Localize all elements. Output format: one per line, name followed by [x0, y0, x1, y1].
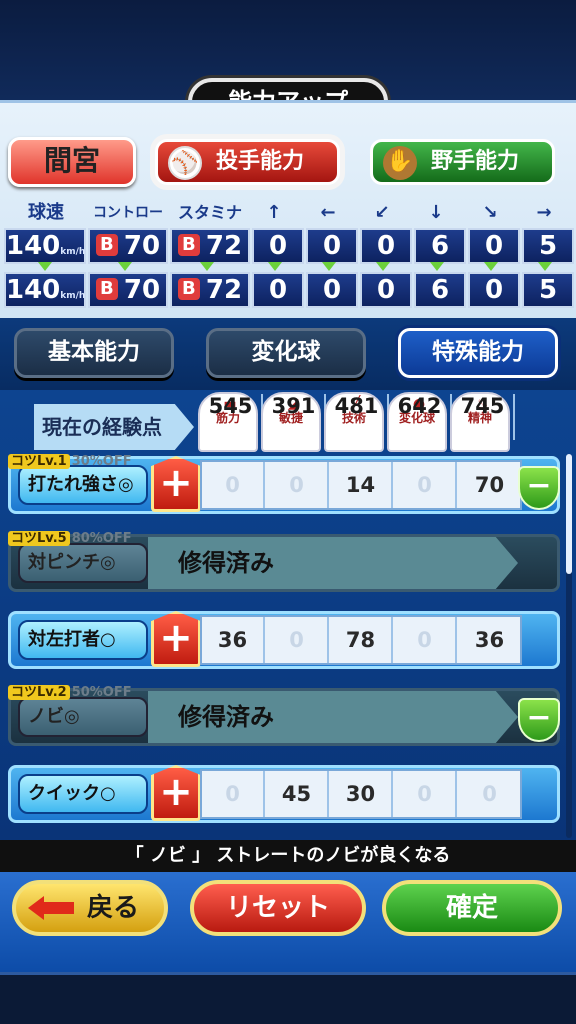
tab-pitcher-ability[interactable]: ⚾ 投手能力: [155, 139, 340, 185]
tab-special-ability[interactable]: 特殊能力: [398, 328, 558, 378]
arrow-icon: [118, 262, 132, 271]
skill-name[interactable]: ノビ◎: [18, 697, 148, 737]
speed-cell: 140km/h: [4, 228, 86, 264]
pitch-down-value: 6: [414, 228, 466, 264]
pitch-left-value: 0: [306, 228, 358, 264]
pitch-down-right-value: 0: [468, 228, 520, 264]
arrow-icon: [268, 262, 282, 271]
pitch-right-value: 5: [522, 228, 574, 264]
plus-button[interactable]: +: [151, 456, 201, 512]
tab-breaking-ball[interactable]: 変化球: [206, 328, 366, 378]
skill-row: 対左打者○ + 36 0 78 0 36: [8, 611, 560, 669]
exp-mental: ♨ 精神 745: [450, 392, 515, 452]
pitch-up-value: 0: [252, 228, 304, 264]
header-stamina: スタミナ: [177, 203, 242, 222]
confirm-button[interactable]: 確定: [382, 880, 562, 936]
pitch-up-value: 0: [252, 272, 304, 308]
pitch-down-right-value: 0: [468, 272, 520, 308]
kotsu-badge: コツLv.2 50%OFF: [8, 685, 132, 701]
arrow-icon: [376, 262, 390, 271]
plus-button[interactable]: +: [151, 765, 201, 821]
arrow-icon: [38, 262, 52, 271]
arrow-icon: [538, 262, 552, 271]
tab-fielder-ability[interactable]: ✋ 野手能力: [370, 139, 555, 185]
arrow-icon: [200, 262, 214, 271]
arrow-up-icon: ↑: [266, 202, 282, 223]
kotsu-badge: コツLv.1 30%OFF: [8, 454, 132, 470]
exp-strength: ▬ 筋力 545: [198, 392, 263, 452]
arrow-right-icon: →: [536, 202, 552, 223]
pitch-down-left-value: 0: [360, 272, 412, 308]
exp-technique: ╱ 技術 481: [324, 392, 389, 452]
header-control: コントロール: [93, 205, 163, 251]
skill-costs: 0 0 14 0 70: [200, 460, 522, 510]
arrow-down-right-icon: ↘: [482, 202, 498, 223]
kotsu-badge: コツLv.5 80%OFF: [8, 531, 132, 547]
stamina-cell: B 72: [170, 228, 250, 264]
skill-costs: 0 45 30 0 0: [200, 769, 522, 819]
skill-costs: 36 0 78 0 36: [200, 615, 522, 665]
exp-breaking-ball: ● 変化球 642: [387, 392, 452, 452]
skill-name[interactable]: 対ピンチ◎: [18, 543, 148, 583]
skill-name[interactable]: 打たれ強さ◎: [18, 465, 148, 505]
glove-icon: ✋: [383, 146, 417, 180]
back-arrow-icon: [44, 902, 74, 914]
learned-banner: 修得済み: [148, 537, 518, 589]
baseball-icon: ⚾: [168, 146, 202, 180]
exp-agility: ◢ 敏捷 391: [261, 392, 326, 452]
pitch-down-left-value: 0: [360, 228, 412, 264]
pitch-down-value: 6: [414, 272, 466, 308]
stamina-cell: B 72: [170, 272, 250, 308]
reset-button[interactable]: リセット: [190, 880, 366, 936]
header-speed: 球速: [28, 202, 64, 223]
control-cell: B 70: [88, 272, 168, 308]
experience-label: 現在の経験点: [34, 404, 194, 450]
learned-banner: 修得済み: [148, 691, 518, 743]
skill-name[interactable]: クイック○: [18, 774, 148, 814]
arrow-icon: [484, 262, 498, 271]
pitch-right-value: 5: [522, 272, 574, 308]
arrow-icon: [322, 262, 336, 271]
skill-name[interactable]: 対左打者○: [18, 620, 148, 660]
skill-row: クイック○ + 0 45 30 0 0: [8, 765, 560, 823]
back-arrow-icon: [28, 896, 44, 920]
speed-cell: 140km/h: [4, 272, 86, 308]
plus-button[interactable]: +: [151, 611, 201, 667]
arrow-left-icon: ←: [320, 202, 336, 223]
arrow-down-left-icon: ↙: [374, 202, 390, 223]
arrow-down-icon: ↓: [428, 202, 444, 223]
scrollbar-thumb[interactable]: [566, 454, 572, 574]
player-name: 間宮: [8, 137, 136, 187]
pitch-left-value: 0: [306, 272, 358, 308]
arrow-icon: [430, 262, 444, 271]
tab-basic-ability[interactable]: 基本能力: [14, 328, 174, 378]
minus-button[interactable]: −: [518, 698, 560, 742]
minus-button[interactable]: −: [518, 466, 560, 510]
bottom-background: [0, 972, 576, 1024]
control-cell: B 70: [88, 228, 168, 264]
skill-description: 「 ノビ 」 ストレートのノビが良くなる: [0, 840, 576, 872]
